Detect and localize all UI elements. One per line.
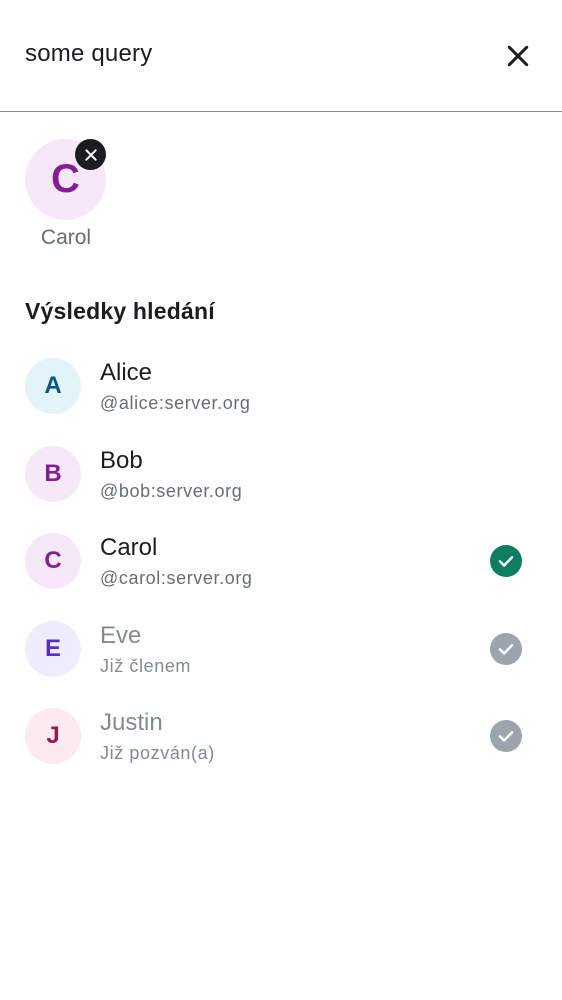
list-item[interactable]: E Eve Již členem xyxy=(0,605,562,693)
search-bar: some query xyxy=(0,0,562,112)
search-input[interactable]: some query xyxy=(25,40,152,68)
close-button[interactable] xyxy=(500,38,536,74)
section-title: Výsledky hledání xyxy=(25,298,215,324)
user-subtitle: @alice:server.org xyxy=(100,393,251,413)
avatar-initial: C xyxy=(51,157,80,201)
close-icon xyxy=(84,148,97,161)
user-name: Bob xyxy=(100,446,143,474)
user-subtitle: @carol:server.org xyxy=(100,568,253,588)
avatar: C xyxy=(25,533,81,589)
remove-selected-button[interactable] xyxy=(75,139,106,170)
list-item[interactable]: B Bob @bob:server.org xyxy=(0,430,562,518)
avatar: B xyxy=(25,445,81,502)
list-item[interactable]: A Alice @alice:server.org xyxy=(0,342,562,430)
search-results-list: A Alice @alice:server.org B Bob @bob:server.o… xyxy=(0,342,562,780)
avatar: A xyxy=(25,358,81,414)
list-item[interactable]: C Carol @carol:server.org xyxy=(0,517,562,605)
selected-user-chip: C Carol xyxy=(25,139,107,250)
close-icon xyxy=(507,45,529,67)
list-item[interactable]: J Justin Již pozván(a) xyxy=(0,692,562,780)
user-name: Carol xyxy=(100,534,158,561)
user-name: Justin xyxy=(100,709,163,736)
avatar: E xyxy=(25,620,81,677)
user-name: Eve xyxy=(100,621,142,649)
check-icon xyxy=(490,545,522,577)
selected-user-name: Carol xyxy=(40,226,92,249)
user-subtitle: Již pozván(a) xyxy=(100,743,215,763)
check-icon xyxy=(490,632,522,665)
user-subtitle: Již členem xyxy=(100,655,192,676)
avatar: J xyxy=(25,708,81,764)
user-name: Alice xyxy=(100,359,153,386)
avatar: C xyxy=(25,139,106,220)
user-subtitle: @bob:server.org xyxy=(100,480,243,501)
check-icon xyxy=(490,720,522,752)
